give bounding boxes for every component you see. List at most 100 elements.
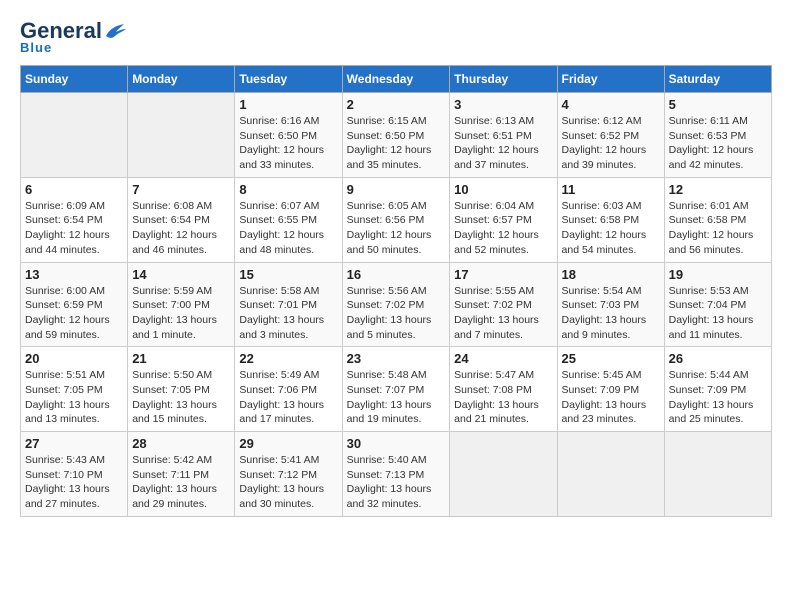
day-info: Sunrise: 5:43 AM Sunset: 7:10 PM Dayligh… <box>25 453 123 512</box>
day-number: 8 <box>239 182 337 197</box>
day-info: Sunrise: 6:13 AM Sunset: 6:51 PM Dayligh… <box>454 114 552 173</box>
day-of-week-header: Sunday <box>21 66 128 93</box>
logo-text: General <box>20 20 126 42</box>
day-number: 7 <box>132 182 230 197</box>
day-number: 24 <box>454 351 552 366</box>
day-info: Sunrise: 5:47 AM Sunset: 7:08 PM Dayligh… <box>454 368 552 427</box>
day-info: Sunrise: 6:15 AM Sunset: 6:50 PM Dayligh… <box>347 114 446 173</box>
day-of-week-header: Wednesday <box>342 66 450 93</box>
day-number: 11 <box>562 182 660 197</box>
logo: General Blue <box>20 20 126 55</box>
day-info: Sunrise: 6:07 AM Sunset: 6:55 PM Dayligh… <box>239 199 337 258</box>
day-number: 18 <box>562 267 660 282</box>
calendar-cell <box>664 432 771 517</box>
day-number: 10 <box>454 182 552 197</box>
day-info: Sunrise: 5:45 AM Sunset: 7:09 PM Dayligh… <box>562 368 660 427</box>
calendar-cell: 12 Sunrise: 6:01 AM Sunset: 6:58 PM Dayli… <box>664 177 771 262</box>
day-info: Sunrise: 6:01 AM Sunset: 6:58 PM Dayligh… <box>669 199 767 258</box>
day-of-week-header: Thursday <box>450 66 557 93</box>
calendar-table: SundayMondayTuesdayWednesdayThursdayFrid… <box>20 65 772 517</box>
day-info: Sunrise: 5:44 AM Sunset: 7:09 PM Dayligh… <box>669 368 767 427</box>
day-number: 30 <box>347 436 446 451</box>
calendar-cell <box>128 93 235 178</box>
day-number: 5 <box>669 97 767 112</box>
day-info: Sunrise: 6:11 AM Sunset: 6:53 PM Dayligh… <box>669 114 767 173</box>
calendar-cell <box>21 93 128 178</box>
day-number: 29 <box>239 436 337 451</box>
calendar-cell: 23Sunrise: 5:48 AM Sunset: 7:07 PM Dayli… <box>342 347 450 432</box>
calendar-cell <box>450 432 557 517</box>
day-number: 9 <box>347 182 446 197</box>
day-number: 14 <box>132 267 230 282</box>
day-info: Sunrise: 6:05 AM Sunset: 6:56 PM Dayligh… <box>347 199 446 258</box>
calendar-week-row: 27 Sunrise: 5:43 AM Sunset: 7:10 PM Dayli… <box>21 432 772 517</box>
calendar-cell: 13 Sunrise: 6:00 AM Sunset: 6:59 PM Dayli… <box>21 262 128 347</box>
day-number: 4 <box>562 97 660 112</box>
day-of-week-header: Tuesday <box>235 66 342 93</box>
calendar-cell: 27 Sunrise: 5:43 AM Sunset: 7:10 PM Dayli… <box>21 432 128 517</box>
day-info: Sunrise: 5:59 AM Sunset: 7:00 PM Dayligh… <box>132 284 230 343</box>
calendar-cell: 19Sunrise: 5:53 AM Sunset: 7:04 PM Dayli… <box>664 262 771 347</box>
calendar-week-row: 13 Sunrise: 6:00 AM Sunset: 6:59 PM Dayli… <box>21 262 772 347</box>
day-number: 2 <box>347 97 446 112</box>
calendar-cell: 24 Sunrise: 5:47 AM Sunset: 7:08 PM Dayli… <box>450 347 557 432</box>
day-info: Sunrise: 5:58 AM Sunset: 7:01 PM Dayligh… <box>239 284 337 343</box>
calendar-cell: 17Sunrise: 5:55 AM Sunset: 7:02 PM Dayli… <box>450 262 557 347</box>
calendar-cell: 26 Sunrise: 5:44 AM Sunset: 7:09 PM Dayli… <box>664 347 771 432</box>
day-number: 3 <box>454 97 552 112</box>
day-number: 6 <box>25 182 123 197</box>
day-number: 21 <box>132 351 230 366</box>
day-info: Sunrise: 5:51 AM Sunset: 7:05 PM Dayligh… <box>25 368 123 427</box>
calendar-cell: 30 Sunrise: 5:40 AM Sunset: 7:13 PM Dayli… <box>342 432 450 517</box>
day-number: 22 <box>239 351 337 366</box>
calendar-week-row: 20Sunrise: 5:51 AM Sunset: 7:05 PM Dayli… <box>21 347 772 432</box>
day-number: 27 <box>25 436 123 451</box>
logo-general: General <box>20 20 102 42</box>
calendar-cell: 11Sunrise: 6:03 AM Sunset: 6:58 PM Dayli… <box>557 177 664 262</box>
day-info: Sunrise: 5:40 AM Sunset: 7:13 PM Dayligh… <box>347 453 446 512</box>
day-info: Sunrise: 5:49 AM Sunset: 7:06 PM Dayligh… <box>239 368 337 427</box>
calendar-cell: 28Sunrise: 5:42 AM Sunset: 7:11 PM Dayli… <box>128 432 235 517</box>
day-info: Sunrise: 5:50 AM Sunset: 7:05 PM Dayligh… <box>132 368 230 427</box>
calendar-cell: 5 Sunrise: 6:11 AM Sunset: 6:53 PM Daylig… <box>664 93 771 178</box>
day-number: 16 <box>347 267 446 282</box>
calendar-cell: 10 Sunrise: 6:04 AM Sunset: 6:57 PM Dayli… <box>450 177 557 262</box>
day-of-week-header: Saturday <box>664 66 771 93</box>
calendar-cell: 14 Sunrise: 5:59 AM Sunset: 7:00 PM Dayli… <box>128 262 235 347</box>
calendar-cell: 3 Sunrise: 6:13 AM Sunset: 6:51 PM Daylig… <box>450 93 557 178</box>
day-info: Sunrise: 5:54 AM Sunset: 7:03 PM Dayligh… <box>562 284 660 343</box>
day-of-week-header: Monday <box>128 66 235 93</box>
calendar-cell: 2 Sunrise: 6:15 AM Sunset: 6:50 PM Daylig… <box>342 93 450 178</box>
calendar-cell: 22 Sunrise: 5:49 AM Sunset: 7:06 PM Dayli… <box>235 347 342 432</box>
day-info: Sunrise: 6:16 AM Sunset: 6:50 PM Dayligh… <box>239 114 337 173</box>
day-info: Sunrise: 5:42 AM Sunset: 7:11 PM Dayligh… <box>132 453 230 512</box>
calendar-cell: 18 Sunrise: 5:54 AM Sunset: 7:03 PM Dayli… <box>557 262 664 347</box>
day-number: 26 <box>669 351 767 366</box>
calendar-cell: 1 Sunrise: 6:16 AM Sunset: 6:50 PM Daylig… <box>235 93 342 178</box>
calendar-cell: 16Sunrise: 5:56 AM Sunset: 7:02 PM Dayli… <box>342 262 450 347</box>
logo-subtext: Blue <box>20 40 52 55</box>
page-header: General Blue <box>20 20 772 55</box>
calendar-week-row: 6 Sunrise: 6:09 AM Sunset: 6:54 PM Daylig… <box>21 177 772 262</box>
day-number: 19 <box>669 267 767 282</box>
day-info: Sunrise: 6:08 AM Sunset: 6:54 PM Dayligh… <box>132 199 230 258</box>
day-info: Sunrise: 6:09 AM Sunset: 6:54 PM Dayligh… <box>25 199 123 258</box>
calendar-header-row: SundayMondayTuesdayWednesdayThursdayFrid… <box>21 66 772 93</box>
day-number: 13 <box>25 267 123 282</box>
calendar-cell: 20Sunrise: 5:51 AM Sunset: 7:05 PM Dayli… <box>21 347 128 432</box>
day-number: 1 <box>239 97 337 112</box>
calendar-cell: 25Sunrise: 5:45 AM Sunset: 7:09 PM Dayli… <box>557 347 664 432</box>
day-of-week-header: Friday <box>557 66 664 93</box>
day-number: 12 <box>669 182 767 197</box>
calendar-cell: 8 Sunrise: 6:07 AM Sunset: 6:55 PM Daylig… <box>235 177 342 262</box>
day-info: Sunrise: 5:48 AM Sunset: 7:07 PM Dayligh… <box>347 368 446 427</box>
day-info: Sunrise: 6:04 AM Sunset: 6:57 PM Dayligh… <box>454 199 552 258</box>
calendar-cell: 21 Sunrise: 5:50 AM Sunset: 7:05 PM Dayli… <box>128 347 235 432</box>
day-info: Sunrise: 6:12 AM Sunset: 6:52 PM Dayligh… <box>562 114 660 173</box>
day-number: 17 <box>454 267 552 282</box>
calendar-cell: 7 Sunrise: 6:08 AM Sunset: 6:54 PM Daylig… <box>128 177 235 262</box>
day-info: Sunrise: 6:00 AM Sunset: 6:59 PM Dayligh… <box>25 284 123 343</box>
calendar-cell: 15 Sunrise: 5:58 AM Sunset: 7:01 PM Dayli… <box>235 262 342 347</box>
day-number: 15 <box>239 267 337 282</box>
calendar-week-row: 1 Sunrise: 6:16 AM Sunset: 6:50 PM Daylig… <box>21 93 772 178</box>
